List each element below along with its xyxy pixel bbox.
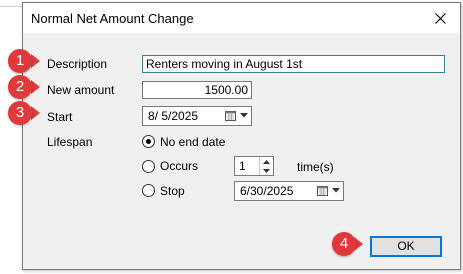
- dialog-window: Normal Net Amount Change Description Ren…: [22, 2, 461, 270]
- stop-label: Stop: [160, 184, 185, 198]
- occurs-label: Occurs: [160, 159, 199, 173]
- occurs-count-stepper[interactable]: 1: [234, 156, 274, 176]
- chevron-down-icon[interactable]: [240, 113, 248, 118]
- occurs-radio[interactable]: [142, 160, 155, 173]
- title-bar: Normal Net Amount Change: [23, 3, 460, 33]
- times-label: time(s): [297, 160, 334, 174]
- callout-pointer: [31, 80, 40, 94]
- lifespan-label: Lifespan: [47, 135, 93, 149]
- description-field[interactable]: Renters moving in August 1st: [142, 55, 445, 73]
- ok-button[interactable]: OK: [370, 236, 442, 257]
- callout-badge-2: 2: [8, 75, 32, 99]
- chevron-down-icon: [263, 168, 270, 173]
- start-date-value: 8/ 5/2025: [148, 109, 199, 123]
- stop-radio[interactable]: [142, 184, 155, 197]
- callout-badge-3: 3: [8, 101, 32, 125]
- callout-pointer: [31, 106, 40, 120]
- new-amount-label: New amount: [47, 83, 115, 97]
- chevron-down-icon[interactable]: [332, 188, 340, 193]
- stepper-down-button[interactable]: [260, 166, 273, 175]
- occurs-count-value: 1: [239, 159, 246, 173]
- callout-badge-1: 1: [8, 49, 32, 73]
- calendar-icon[interactable]: [225, 110, 236, 121]
- stop-date-value: 6/30/2025: [240, 184, 294, 198]
- close-button[interactable]: [420, 3, 460, 33]
- stepper-up-button[interactable]: [260, 157, 273, 166]
- chevron-up-icon: [263, 159, 270, 164]
- stepper-buttons: [259, 157, 273, 175]
- new-amount-field[interactable]: 1500.00: [142, 81, 252, 99]
- calendar-icon[interactable]: [317, 185, 328, 196]
- dialog-title: Normal Net Amount Change: [31, 11, 194, 26]
- start-date-picker[interactable]: 8/ 5/2025: [142, 106, 252, 126]
- callout-pointer: [31, 54, 40, 68]
- callout-badge-4: 4: [332, 232, 356, 256]
- close-icon: [434, 12, 446, 24]
- stop-date-picker[interactable]: 6/30/2025: [234, 181, 344, 201]
- no-end-date-radio[interactable]: [142, 135, 155, 148]
- description-label: Description: [47, 57, 108, 71]
- no-end-date-label: No end date: [160, 135, 226, 149]
- start-label: Start: [47, 110, 73, 124]
